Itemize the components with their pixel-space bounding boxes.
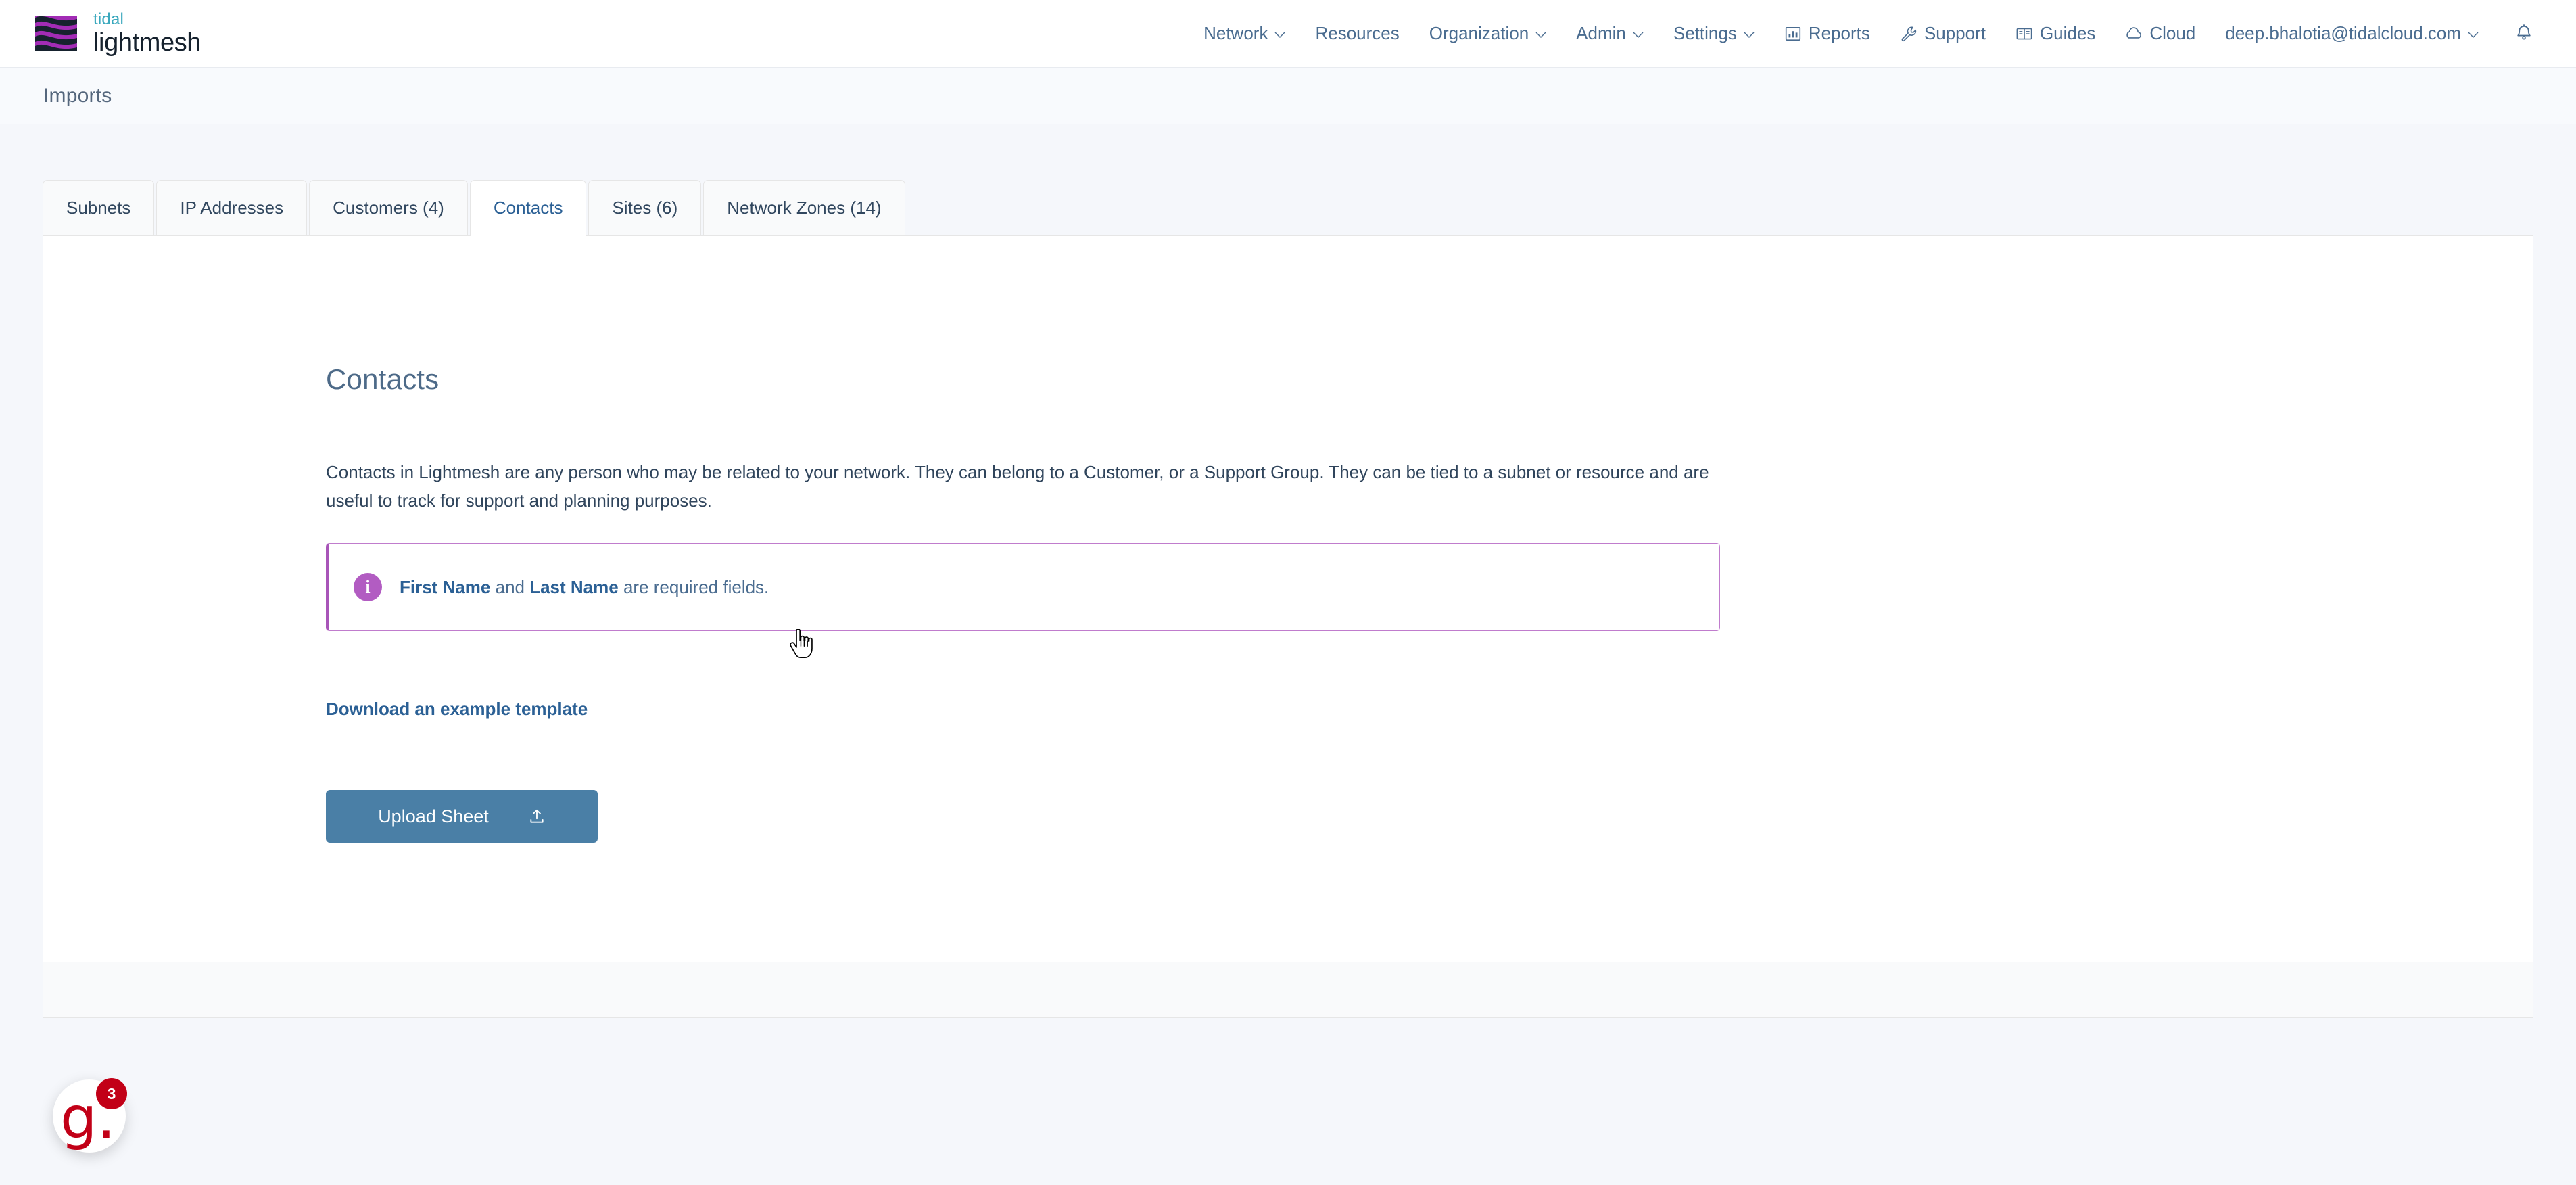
primary-navigation: Network Resources Organization Admin Set…	[1189, 0, 2576, 67]
tab-sites[interactable]: Sites (6)	[588, 180, 702, 235]
tab-subnets[interactable]: Subnets	[43, 180, 155, 235]
info-icon: i	[354, 573, 382, 601]
nav-label: Guides	[2039, 23, 2096, 43]
download-example-template-link[interactable]: Download an example template	[326, 699, 588, 720]
account-email: deep.bhalotia@tidalcloud.com	[2225, 23, 2461, 43]
nav-label: Reports	[1808, 23, 1870, 43]
brand-logo[interactable]: tidal lightmesh	[32, 11, 201, 55]
alert-message: First Name and Last Name are required fi…	[400, 577, 769, 598]
nav-item-admin[interactable]: Admin	[1561, 0, 1659, 67]
brand-name-tidal: tidal	[93, 10, 124, 28]
required-fields-alert: i First Name and Last Name are required …	[326, 543, 1720, 631]
page-title: Imports	[43, 84, 112, 107]
nav-item-support[interactable]: Support	[1885, 0, 2001, 67]
nav-label: Cloud	[2149, 23, 2196, 43]
cloud-icon	[2126, 26, 2142, 39]
chevron-down-icon	[2468, 32, 2479, 39]
tab-label: Customers (4)	[333, 198, 444, 218]
section-title: Contacts	[326, 363, 439, 395]
chevron-down-icon	[1633, 32, 1644, 39]
alert-conjunction: and	[490, 576, 530, 597]
alert-field-last-name: Last Name	[529, 576, 619, 597]
upload-icon	[530, 809, 544, 823]
tab-label: IP Addresses	[180, 198, 284, 218]
brand-name-lightmesh: lightmesh	[93, 28, 201, 57]
nav-item-resources[interactable]: Resources	[1300, 0, 1414, 67]
lightmesh-logo-icon	[35, 16, 77, 51]
nav-item-settings[interactable]: Settings	[1659, 0, 1769, 67]
chevron-down-icon	[1274, 32, 1285, 39]
upload-sheet-label: Upload Sheet	[378, 806, 489, 827]
wrench-icon	[1901, 26, 1916, 41]
import-panel: Contacts Contacts in Lightmesh are any p…	[43, 235, 2533, 962]
tab-ip-addresses[interactable]: IP Addresses	[156, 180, 308, 235]
nav-label: Settings	[1673, 23, 1737, 43]
nav-label: Support	[1924, 23, 1986, 43]
upload-sheet-button[interactable]: Upload Sheet	[326, 790, 598, 843]
nav-label: Organization	[1429, 23, 1529, 43]
nav-item-network[interactable]: Network	[1189, 0, 1300, 67]
nav-label: Network	[1203, 23, 1268, 43]
alert-tail: are required fields.	[618, 576, 769, 597]
nav-item-cloud[interactable]: Cloud	[2110, 0, 2210, 67]
tab-contacts[interactable]: Contacts	[469, 180, 587, 237]
tab-customers[interactable]: Customers (4)	[309, 180, 468, 235]
account-menu[interactable]: deep.bhalotia@tidalcloud.com	[2210, 0, 2494, 67]
section-description: Contacts in Lightmesh are any person who…	[326, 462, 1709, 511]
tab-label: Subnets	[66, 198, 131, 218]
chat-launcher-button[interactable]: g. 3	[53, 1078, 127, 1153]
notifications-button[interactable]	[2494, 24, 2541, 44]
top-navigation-bar: tidal lightmesh Network Resources Organi…	[0, 0, 2576, 68]
nav-label: Resources	[1315, 23, 1400, 43]
bell-icon	[2517, 24, 2531, 40]
page-header: Imports	[0, 68, 2576, 124]
tab-label: Network Zones (14)	[727, 198, 882, 218]
nav-item-guides[interactable]: Guides	[2001, 0, 2110, 67]
bar-chart-icon	[1785, 26, 1800, 41]
nav-item-organization[interactable]: Organization	[1414, 0, 1561, 67]
tab-label: Contacts	[493, 198, 563, 218]
tab-network-zones[interactable]: Network Zones (14)	[703, 180, 905, 235]
alert-field-first-name: First Name	[400, 576, 491, 597]
brand-wordmark: tidal lightmesh	[93, 10, 201, 57]
chevron-down-icon	[1744, 32, 1755, 39]
import-panel-footer	[43, 962, 2533, 1018]
import-panel-content: Contacts Contacts in Lightmesh are any p…	[43, 236, 2533, 843]
chevron-down-icon	[1535, 32, 1546, 39]
book-icon	[2016, 28, 2032, 39]
import-tabs: Subnets IP Addresses Customers (4) Conta…	[0, 180, 2576, 237]
chat-unread-badge: 3	[96, 1078, 127, 1109]
tab-label: Sites (6)	[612, 198, 678, 218]
nav-item-reports[interactable]: Reports	[1769, 0, 1885, 67]
nav-label: Admin	[1576, 23, 1626, 43]
